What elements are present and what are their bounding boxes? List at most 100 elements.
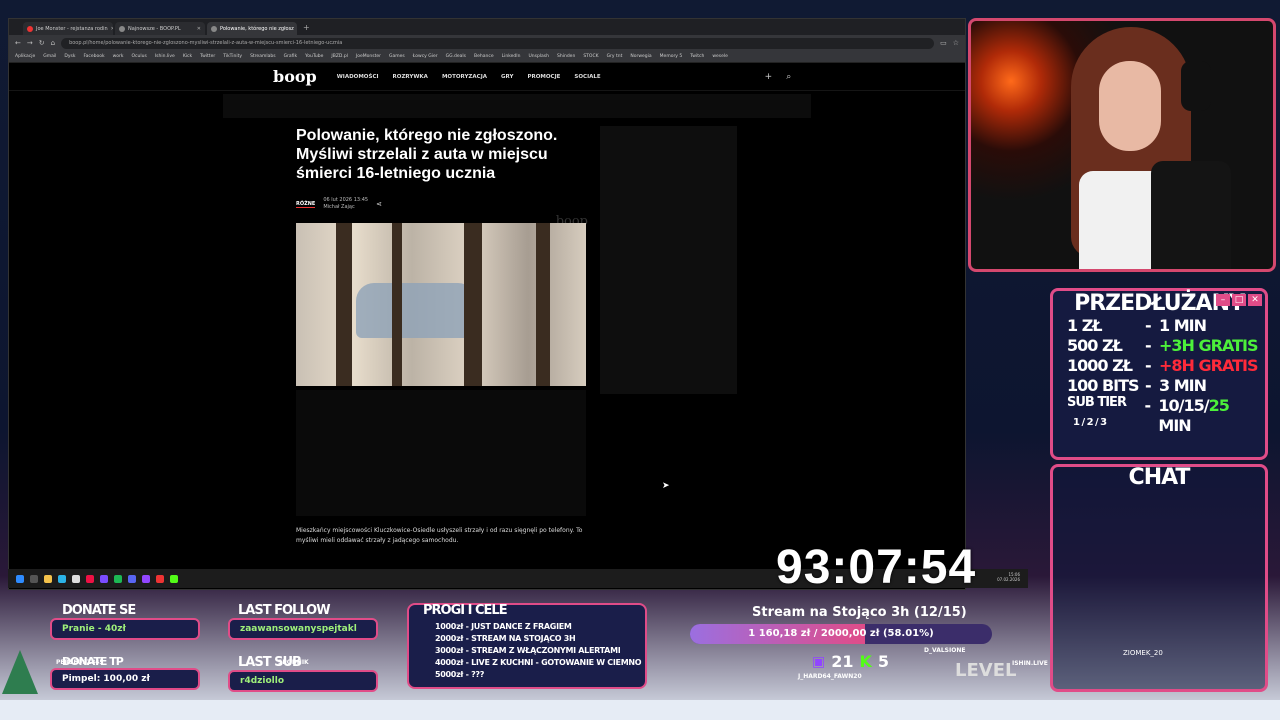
bookmark-item[interactable]: Streamlabs — [250, 54, 276, 59]
category-badge[interactable]: RÓŻNE — [296, 201, 316, 208]
bookmark-item[interactable]: Memory 5 — [660, 54, 683, 59]
bookmark-item[interactable]: Shinden — [557, 54, 575, 59]
tab-boop-latest[interactable]: Najnowsze - BOOP.PL ✕ — [115, 22, 205, 35]
bookmark-item[interactable]: JBZD.pl — [331, 54, 348, 59]
app-icon[interactable] — [72, 574, 80, 583]
level-text: LEVEL — [955, 660, 1017, 681]
price-reward: 3 MIN — [1159, 376, 1207, 395]
sub-tier-levels: 1 / 2 / 3 — [1073, 417, 1107, 428]
discord-icon[interactable] — [128, 574, 136, 583]
back-icon[interactable]: ← — [15, 39, 21, 47]
folder-icon[interactable] — [44, 574, 52, 583]
bookmark-item[interactable]: Behance — [474, 54, 494, 59]
windows-start-icon[interactable] — [16, 574, 24, 583]
bookmark-item[interactable]: Gmail — [43, 54, 56, 59]
reload-icon[interactable]: ↻ — [39, 39, 45, 47]
nav-sociale[interactable]: SOCIALE — [574, 74, 600, 80]
chat-panel: CHAT ZIOMEK_20 — [1050, 464, 1268, 692]
nav-motoryzacja[interactable]: MOTORYZACJA — [442, 74, 487, 80]
article-date: 06 lut 2026 13:45 — [323, 197, 369, 203]
tree-trunk — [392, 223, 402, 386]
minimize-icon: – — [1216, 294, 1230, 306]
app-icon[interactable] — [86, 574, 94, 583]
forward-icon[interactable]: → — [27, 39, 33, 47]
new-tab-icon[interactable]: + — [303, 23, 310, 32]
bookmark-item[interactable]: Oculus — [132, 54, 147, 59]
app-icon[interactable] — [100, 574, 108, 583]
bookmark-item[interactable]: Aplikacje — [15, 54, 35, 59]
system-tray-clock[interactable]: 15:06 07.02.2026 — [997, 572, 1020, 582]
price-row: 1000 ZŁ - +8H GRATIS — [1067, 356, 1258, 375]
nav-promocje[interactable]: PROMOCJE — [527, 74, 560, 80]
search-icon[interactable] — [30, 574, 38, 583]
bookmark-item[interactable]: Facebook — [83, 54, 104, 59]
stream-goal-title: Stream na Stojąco 3h (12/15) — [752, 605, 967, 620]
plus-icon[interactable]: + — [765, 72, 773, 82]
bookmark-item[interactable]: Grafik — [284, 54, 298, 59]
window-buttons: – □ ✕ — [1216, 294, 1262, 306]
goals-title: PROGI I CELE — [423, 603, 508, 618]
headset-icon — [1181, 61, 1211, 111]
nav-rozrywka[interactable]: ROZRYWKA — [393, 74, 428, 80]
avatar-name: D_VALSIONE — [924, 647, 966, 654]
bookmark-item[interactable]: Twitter — [200, 54, 215, 59]
tree-trunk — [336, 223, 352, 386]
article-byline: 06 lut 2026 13:45 Michał Zając — [323, 197, 368, 211]
bookmark-item[interactable]: wesele — [712, 54, 728, 59]
close-icon[interactable]: ✕ — [197, 26, 201, 32]
bookmark-item[interactable]: Dysk — [64, 54, 75, 59]
sub-tier-text: SUB TIER — [1067, 395, 1127, 410]
home-icon[interactable]: ⌂ — [51, 39, 55, 47]
bookmark-item[interactable]: Games — [389, 54, 405, 59]
chrome-icon[interactable] — [156, 574, 164, 583]
price-amount: 1 ZŁ — [1067, 316, 1103, 335]
bookmark-item[interactable]: Ishin.live — [155, 54, 175, 59]
stream-overlay: Joe Monster - rejstanza rodin ✕ Najnowsze… — [0, 0, 1280, 720]
video-placeholder[interactable] — [296, 390, 586, 516]
nav-gry[interactable]: GRY — [501, 74, 513, 80]
bookmark-star-icon[interactable]: ☆ — [953, 39, 959, 47]
bookmark-item[interactable]: Twitch — [690, 54, 704, 59]
bookmark-item[interactable]: work — [113, 54, 124, 59]
article-photo[interactable] — [296, 223, 586, 386]
bookmark-item[interactable]: TikTinity — [223, 54, 242, 59]
close-icon[interactable]: ✕ — [111, 26, 113, 32]
install-icon[interactable]: ▭ — [940, 39, 947, 47]
bookmark-item[interactable]: Unsplash — [528, 54, 549, 59]
progress-text: 1 160,18 zł / 2000,00 zł (58.01%) — [748, 628, 934, 639]
address-bar[interactable]: boop.pl/home/polowanie-ktorego-nie-zglos… — [61, 37, 935, 49]
bookmark-item[interactable]: GG.deals — [446, 54, 466, 59]
tree-trunk — [464, 223, 482, 386]
bookmark-item[interactable]: Łowcy Gier — [413, 54, 438, 59]
goal-item: 3000zł - STREAM Z WŁĄCZONYMI ALERTAMI — [435, 646, 621, 655]
tab-article[interactable]: Polowanie, którego nie zgłosz✕ — [207, 22, 297, 35]
bookmark-item[interactable]: JoeMonster — [356, 54, 381, 59]
twitch-icon[interactable] — [142, 574, 150, 583]
bookmark-item[interactable]: LinkedIn — [502, 54, 521, 59]
bookmark-item[interactable]: YouTube — [305, 54, 323, 59]
twitch-viewer-count: 21 — [831, 652, 854, 671]
chat-username: ZIOMEK_20 — [1123, 649, 1163, 657]
boop-logo[interactable]: boop — [273, 67, 317, 86]
boop-favicon-icon — [211, 25, 217, 32]
maximize-icon: □ — [1232, 294, 1246, 306]
donate-se-value: Pranie - 40zł — [50, 618, 200, 640]
app-icon[interactable] — [58, 574, 66, 583]
pine-tree-decoration — [2, 650, 38, 694]
donate-tp-widget: DONATE TP PERSEUSZ845 Pimpel: 100,00 zł — [50, 655, 200, 690]
app-icon[interactable] — [170, 574, 178, 583]
bookmark-item[interactable]: STOCK — [583, 54, 598, 59]
article-author[interactable]: Michał Zając — [323, 204, 368, 211]
nav-wiadomosci[interactable]: WIADOMOŚCI — [337, 74, 379, 80]
avatar-name: ISHIN.LIVE — [1012, 660, 1048, 667]
bookmark-item[interactable]: Kick — [183, 54, 192, 59]
kick-icon: K — [859, 652, 872, 671]
bookmark-item[interactable]: Gry tnt — [607, 54, 623, 59]
share-icon[interactable]: ⋖ — [376, 200, 382, 208]
spotify-icon[interactable] — [114, 574, 122, 583]
tab-joemonster[interactable]: Joe Monster - rejstanza rodin ✕ — [23, 22, 113, 35]
donate-se-widget: DONATE SE Pranie - 40zł — [50, 603, 200, 640]
bookmark-item[interactable]: Norwegia — [630, 54, 651, 59]
search-icon[interactable]: ⌕ — [786, 72, 791, 82]
snow-ground — [0, 700, 1280, 720]
